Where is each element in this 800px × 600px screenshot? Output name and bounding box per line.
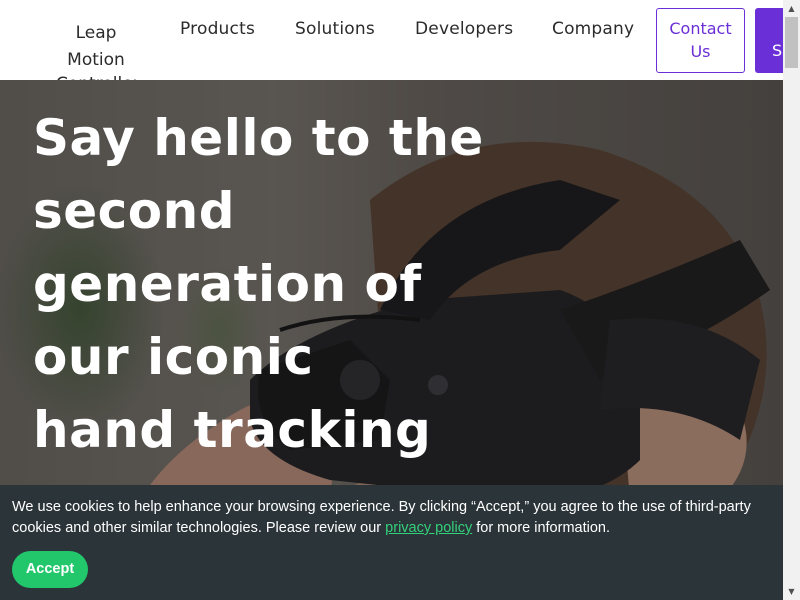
accept-cookies-button[interactable]: Accept [12, 551, 88, 588]
nav-item-products[interactable]: Products [180, 19, 255, 39]
page: Leap Motion Controller Products Solution… [0, 0, 800, 600]
scrollbar-thumb[interactable] [785, 17, 798, 68]
cookie-message: We use cookies to help enhance your brow… [12, 497, 772, 539]
nav-brand-line-2: Motion [67, 50, 125, 70]
top-navbar: Leap Motion Controller Products Solution… [0, 0, 783, 80]
scroll-down-arrow-icon[interactable]: ▼ [783, 583, 800, 600]
shop-button-label: Shop [772, 41, 783, 60]
scroll-up-arrow-icon[interactable]: ▲ [783, 0, 800, 17]
privacy-policy-link[interactable]: privacy policy [385, 520, 472, 536]
nav-item-solutions[interactable]: Solutions [295, 19, 375, 39]
cookie-text-after: for more information. [472, 520, 611, 536]
nav-item-leap-motion-controller[interactable]: Leap Motion Controller [56, 20, 136, 80]
nav-item-developers[interactable]: Developers [415, 19, 513, 39]
cookie-text-before: We use cookies to help enhance your brow… [12, 499, 751, 536]
shop-button[interactable]: Shop [755, 8, 783, 73]
hero-heading-line-4: our iconic [33, 328, 314, 386]
nav-brand-line-1: Leap [75, 23, 117, 43]
nav-brand-line-3: Controller [56, 74, 136, 80]
contact-button-line-1: Contact [669, 19, 732, 38]
cookie-consent-banner: We use cookies to help enhance your brow… [0, 485, 783, 600]
hero-heading-line-3: generation of [33, 255, 422, 313]
contact-button-line-2: Us [690, 42, 711, 61]
contact-us-button[interactable]: Contact Us [656, 8, 745, 73]
hero-heading-line-1: Say hello to the [33, 109, 484, 167]
hero-heading: Say hello to the second generation of ou… [33, 102, 513, 467]
nav-item-company[interactable]: Company [552, 19, 634, 39]
hero-heading-line-5: hand tracking [33, 401, 432, 459]
page-scrollbar[interactable]: ▲ ▼ [783, 0, 800, 600]
hero-heading-line-2: second [33, 182, 236, 240]
